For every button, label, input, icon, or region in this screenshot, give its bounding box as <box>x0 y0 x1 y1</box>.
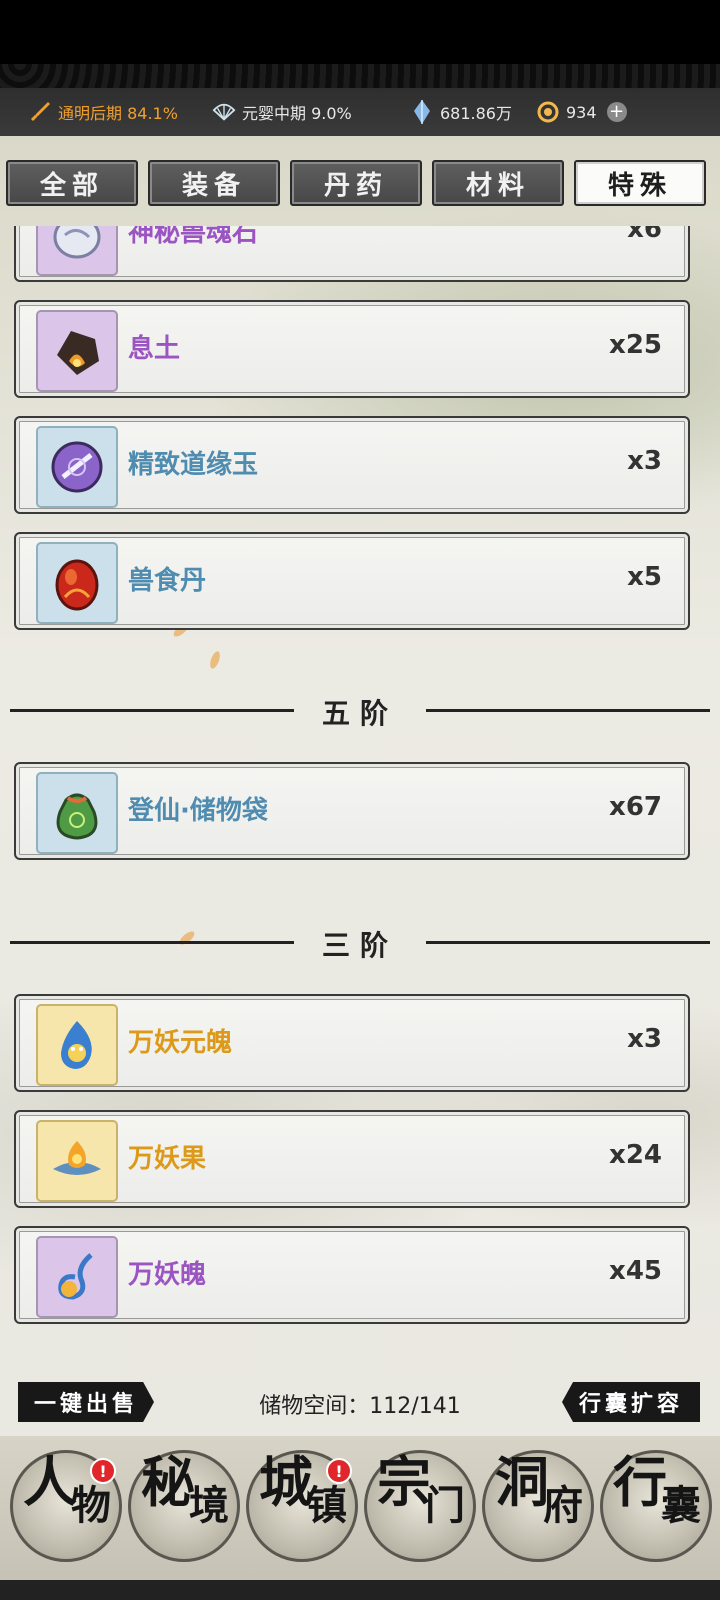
coin-icon <box>536 100 560 124</box>
item-name: 万妖魄 <box>128 1260 207 1290</box>
bottom-navigation: 人物 ! 秘境 城镇 ! 宗门 洞府 行囊 <box>0 1436 720 1600</box>
alert-badge: ! <box>90 1458 116 1484</box>
category-tabs: 全部 装备 丹药 材料 特殊 <box>6 160 716 206</box>
crystal-icon <box>410 100 434 124</box>
item-qty: x25 <box>609 330 662 360</box>
nav-char-a: 洞 <box>495 1450 549 1514</box>
item-name: 万妖元魄 <box>128 1028 233 1058</box>
item-name: 兽食丹 <box>128 566 207 596</box>
nav-char-b: 镇 <box>307 1482 347 1529</box>
nav-char-b: 境 <box>189 1482 229 1529</box>
realm-primary[interactable]: 通明后期 84.1% <box>28 100 178 124</box>
inventory-panel: 全部 装备 丹药 材料 特殊 神秘兽魂石 x6 息土 x25 精致道缘玉 x3 <box>0 136 720 1436</box>
item-qty: x45 <box>609 1256 662 1286</box>
item-qty: x67 <box>609 792 662 822</box>
add-gold-button[interactable]: + <box>606 102 627 122</box>
alert-badge: ! <box>326 1458 352 1484</box>
fan-icon <box>212 100 236 124</box>
nav-char-b: 物 <box>71 1482 111 1529</box>
sword-icon <box>28 100 52 124</box>
item-qty: x6 <box>627 226 662 244</box>
divider-line <box>426 709 710 712</box>
nav-char-a: 城 <box>259 1450 313 1514</box>
list-item[interactable]: 万妖元魄 x3 <box>14 994 690 1092</box>
realm-secondary-text: 元婴中期 9.0% <box>242 104 352 123</box>
storage-label: 储物空间： <box>259 1394 370 1419</box>
nav-label: 秘境 <box>122 1450 242 1529</box>
expand-bag-button[interactable]: 行囊扩容 <box>562 1382 700 1422</box>
nav-char-a: 人 <box>23 1450 77 1514</box>
item-qty: x3 <box>627 446 662 476</box>
storage-bag-icon <box>36 772 118 854</box>
tier-label: 五阶 <box>321 697 398 730</box>
item-name: 登仙·储物袋 <box>128 796 268 826</box>
nav-label: 宗门 <box>358 1450 478 1529</box>
item-list[interactable]: 神秘兽魂石 x6 息土 x25 精致道缘玉 x3 兽食丹 x5 五阶 登仙·储物… <box>0 226 720 1422</box>
item-qty: x5 <box>627 562 662 592</box>
list-item[interactable]: 精致道缘玉 x3 <box>14 416 690 514</box>
jade-disc-icon <box>36 426 118 508</box>
list-item[interactable]: 兽食丹 x5 <box>14 532 690 630</box>
nav-char-b: 门 <box>425 1482 465 1529</box>
tab-all[interactable]: 全部 <box>6 160 138 206</box>
nav-char-a: 宗 <box>377 1450 431 1514</box>
gold-text: 934 <box>566 102 597 122</box>
tier-divider-three: 三阶 <box>0 922 720 962</box>
list-item[interactable]: 万妖魄 x45 <box>14 1226 690 1324</box>
blue-flame-spirit-icon <box>36 1004 118 1086</box>
tier-divider-five: 五阶 <box>0 690 720 730</box>
realm-primary-text: 通明后期 84.1% <box>58 104 178 123</box>
nav-char-a: 秘 <box>141 1450 195 1514</box>
nav-label: 行囊 <box>594 1450 714 1529</box>
inventory-footer: 一键出售 储物空间：112/141 行囊扩容 <box>0 1370 720 1432</box>
bottom-strip <box>0 1580 720 1600</box>
tab-equipment[interactable]: 装备 <box>148 160 280 206</box>
item-name: 神秘兽魂石 <box>128 226 259 248</box>
spirit-stones[interactable]: 681.86万 <box>410 100 512 124</box>
nav-label: 洞府 <box>476 1450 596 1529</box>
storage-value: 112/141 <box>369 1394 461 1419</box>
spirit-stones-text: 681.86万 <box>440 104 512 123</box>
item-qty: x3 <box>627 1024 662 1054</box>
red-pill-icon <box>36 542 118 624</box>
divider-line <box>426 941 710 944</box>
gold[interactable]: 934 + <box>536 100 627 124</box>
nav-char-a: 行 <box>613 1450 667 1514</box>
item-qty: x24 <box>609 1140 662 1170</box>
list-item[interactable]: 登仙·储物袋 x67 <box>14 762 690 860</box>
nav-char-b: 府 <box>543 1482 583 1529</box>
realm-secondary[interactable]: 元婴中期 9.0% <box>212 100 352 124</box>
list-item[interactable]: 万妖果 x24 <box>14 1110 690 1208</box>
item-name: 息土 <box>128 334 181 364</box>
status-bar <box>0 0 720 64</box>
tab-special[interactable]: 特殊 <box>574 160 706 206</box>
lotus-fruit-icon <box>36 1120 118 1202</box>
nav-char-b: 囊 <box>661 1482 701 1529</box>
beast-soul-stone-icon <box>36 226 118 276</box>
tab-materials[interactable]: 材料 <box>432 160 564 206</box>
tier-label: 三阶 <box>321 929 398 962</box>
wisp-icon <box>36 1236 118 1318</box>
list-item[interactable]: 息土 x25 <box>14 300 690 398</box>
resource-bar: 通明后期 84.1% 元婴中期 9.0% 681.86万 934 + <box>0 88 720 136</box>
list-item[interactable]: 神秘兽魂石 x6 <box>14 226 690 282</box>
tab-pills[interactable]: 丹药 <box>290 160 422 206</box>
soil-rock-icon <box>36 310 118 392</box>
item-name: 万妖果 <box>128 1144 207 1174</box>
item-name: 精致道缘玉 <box>128 450 259 480</box>
